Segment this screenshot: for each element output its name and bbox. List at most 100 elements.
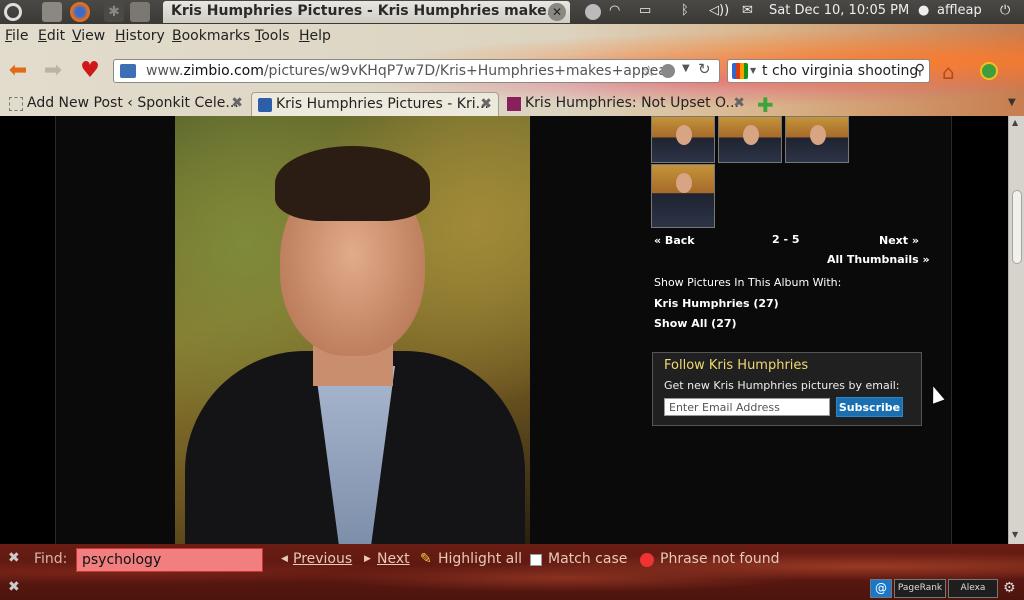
close-addon-bar-icon[interactable]: ✖: [8, 579, 20, 595]
tab-label: Kris Humphries: Not Upset O...: [525, 95, 739, 111]
bluetooth-launcher-icon[interactable]: ✱: [104, 2, 124, 22]
window-title: Kris Humphries Pictures - Kris Humphries…: [163, 1, 570, 23]
scroll-down-icon[interactable]: ▼: [1012, 530, 1018, 539]
search-value: t cho virginia shooting: [762, 63, 919, 79]
page-info-icon[interactable]: [661, 64, 675, 78]
gallery-thumbnail[interactable]: [785, 116, 849, 163]
gallery-thumbnail[interactable]: [651, 116, 715, 163]
photo-hair: [275, 146, 430, 221]
system-panel: ✱ Kris Humphries Pictures - Kris Humphri…: [0, 0, 1024, 24]
battery-icon[interactable]: ▭: [639, 3, 651, 18]
site-identity-icon[interactable]: [120, 64, 136, 78]
tab-not-upset[interactable]: Kris Humphries: Not Upset O... ✖: [501, 92, 751, 116]
bluetooth-icon[interactable]: ᛒ: [681, 3, 689, 18]
gg-favicon-icon: [507, 97, 521, 111]
url-prefix: www.: [146, 63, 184, 79]
close-tab-icon[interactable]: ✖: [480, 96, 492, 112]
search-bar[interactable]: ▼ t cho virginia shooting ⚲: [727, 59, 930, 83]
shutdown-icon[interactable]: ⏻: [1000, 3, 1010, 18]
window-close-icon[interactable]: ✕: [548, 3, 566, 21]
back-icon[interactable]: ⬅: [5, 60, 31, 84]
ubuntu-menu-icon[interactable]: [4, 3, 22, 21]
home-icon[interactable]: ⌂: [942, 60, 955, 84]
show-pictures-heading: Show Pictures In This Album With:: [654, 276, 842, 289]
follow-box: Follow Kris Humphries Get new Kris Humph…: [652, 352, 922, 426]
menu-tools[interactable]: Tools: [255, 28, 290, 44]
gallery-thumbnail[interactable]: [718, 116, 782, 163]
user-icon: ●: [918, 3, 930, 18]
scroll-up-icon[interactable]: ▲: [1012, 118, 1018, 127]
user-name[interactable]: affleap: [937, 3, 982, 18]
gallery-next-link[interactable]: Next »: [879, 234, 919, 247]
main-photo[interactable]: [175, 116, 530, 544]
forward-icon[interactable]: ➡: [40, 60, 66, 84]
gallery-range: 2 - 5: [772, 233, 800, 246]
vertical-scrollbar[interactable]: ▲ ▼: [1008, 116, 1024, 544]
new-tab-icon[interactable]: ✚: [757, 93, 774, 117]
wifi-icon[interactable]: ◠: [609, 3, 620, 18]
next-arrow-icon[interactable]: ▶: [364, 554, 371, 564]
browser-chrome: File Edit View History Bookmarks Tools H…: [0, 24, 1024, 117]
volume-icon[interactable]: ◁)): [709, 3, 729, 18]
menu-bookmarks[interactable]: Bookmarks: [172, 28, 250, 44]
menu-help[interactable]: Help: [299, 28, 331, 44]
bookmark-heart-icon[interactable]: ♥: [77, 60, 103, 84]
gallery-thumbnail[interactable]: [651, 164, 715, 228]
tab-add-new-post[interactable]: Add New Post ‹ Sponkit Cele... ✖: [3, 92, 249, 116]
url-dropdown-icon[interactable]: ▼: [682, 63, 690, 74]
menu-edit[interactable]: Edit: [38, 28, 65, 44]
not-found-icon: [640, 553, 654, 567]
all-thumbnails-link[interactable]: All Thumbnails »: [827, 253, 930, 266]
power-status-icon[interactable]: [585, 4, 601, 20]
close-tab-icon[interactable]: ✖: [231, 95, 243, 111]
addon-icon[interactable]: [980, 62, 998, 80]
url-path: /pictures/w9vKHqP7w7D/Kris+Humphries+mak…: [263, 63, 673, 79]
blank-page-icon: [9, 97, 23, 111]
tab-label: Add New Post ‹ Sponkit Cele...: [27, 95, 239, 111]
gallery-back-link[interactable]: « Back: [654, 234, 695, 247]
menu-file[interactable]: File: [5, 28, 28, 44]
scroll-thumb[interactable]: [1012, 190, 1022, 264]
find-previous-button[interactable]: Previous: [293, 551, 352, 567]
find-status: Phrase not found: [660, 551, 780, 567]
save-launcher-icon[interactable]: [130, 2, 150, 22]
addon-button-icon[interactable]: @: [870, 579, 892, 598]
highlight-all-button[interactable]: Highlight all: [438, 551, 522, 567]
close-findbar-icon[interactable]: ✖: [8, 550, 20, 566]
google-icon[interactable]: [732, 63, 748, 79]
follow-title: Follow Kris Humphries: [664, 358, 809, 373]
match-case-label[interactable]: Match case: [548, 551, 627, 567]
zimbio-favicon-icon: [258, 98, 272, 112]
filter-kris-humphries-link[interactable]: Kris Humphries (27): [654, 297, 779, 310]
filter-show-all-link[interactable]: Show All (27): [654, 317, 737, 330]
url-bar[interactable]: www.zimbio.com/pictures/w9vKHqP7w7D/Kris…: [113, 59, 720, 83]
url-domain: zimbio.com: [183, 63, 264, 79]
settings-gear-icon[interactable]: ⚙: [1003, 580, 1016, 596]
reload-icon[interactable]: ↻: [698, 60, 711, 78]
highlight-icon: ✎: [420, 551, 432, 567]
tab-kris-humphries-pictures[interactable]: Kris Humphries Pictures - Kri... ✖: [251, 92, 499, 116]
subscribe-button[interactable]: Subscribe: [836, 397, 903, 417]
menu-history[interactable]: History: [115, 28, 165, 44]
pagerank-widget[interactable]: PageRank: [894, 579, 946, 598]
follow-subtitle: Get new Kris Humphries pictures by email…: [664, 379, 900, 392]
firefox-icon[interactable]: [70, 2, 90, 22]
alexa-widget[interactable]: Alexa: [948, 579, 998, 598]
email-field[interactable]: Enter Email Address: [664, 398, 830, 416]
match-case-checkbox[interactable]: [530, 554, 542, 566]
close-tab-icon[interactable]: ✖: [733, 95, 745, 111]
bookmark-star-icon[interactable]: ☆: [642, 62, 655, 80]
page-content: « Back 2 - 5 Next » All Thumbnails » Sho…: [0, 116, 1008, 544]
find-next-button[interactable]: Next: [377, 551, 410, 567]
menu-view[interactable]: View: [72, 28, 105, 44]
find-input[interactable]: psychology: [76, 548, 263, 572]
clock[interactable]: Sat Dec 10, 10:05 PM: [769, 3, 909, 18]
text-editor-icon[interactable]: [42, 2, 62, 22]
search-engine-dropdown-icon[interactable]: ▼: [750, 66, 756, 75]
find-label: Find:: [34, 551, 68, 567]
search-icon[interactable]: ⚲: [915, 62, 925, 78]
previous-arrow-icon[interactable]: ◀: [281, 554, 288, 564]
mail-icon[interactable]: ✉: [742, 3, 753, 18]
tab-label: Kris Humphries Pictures - Kri...: [276, 96, 489, 112]
list-all-tabs-icon[interactable]: ▼: [1008, 97, 1016, 108]
